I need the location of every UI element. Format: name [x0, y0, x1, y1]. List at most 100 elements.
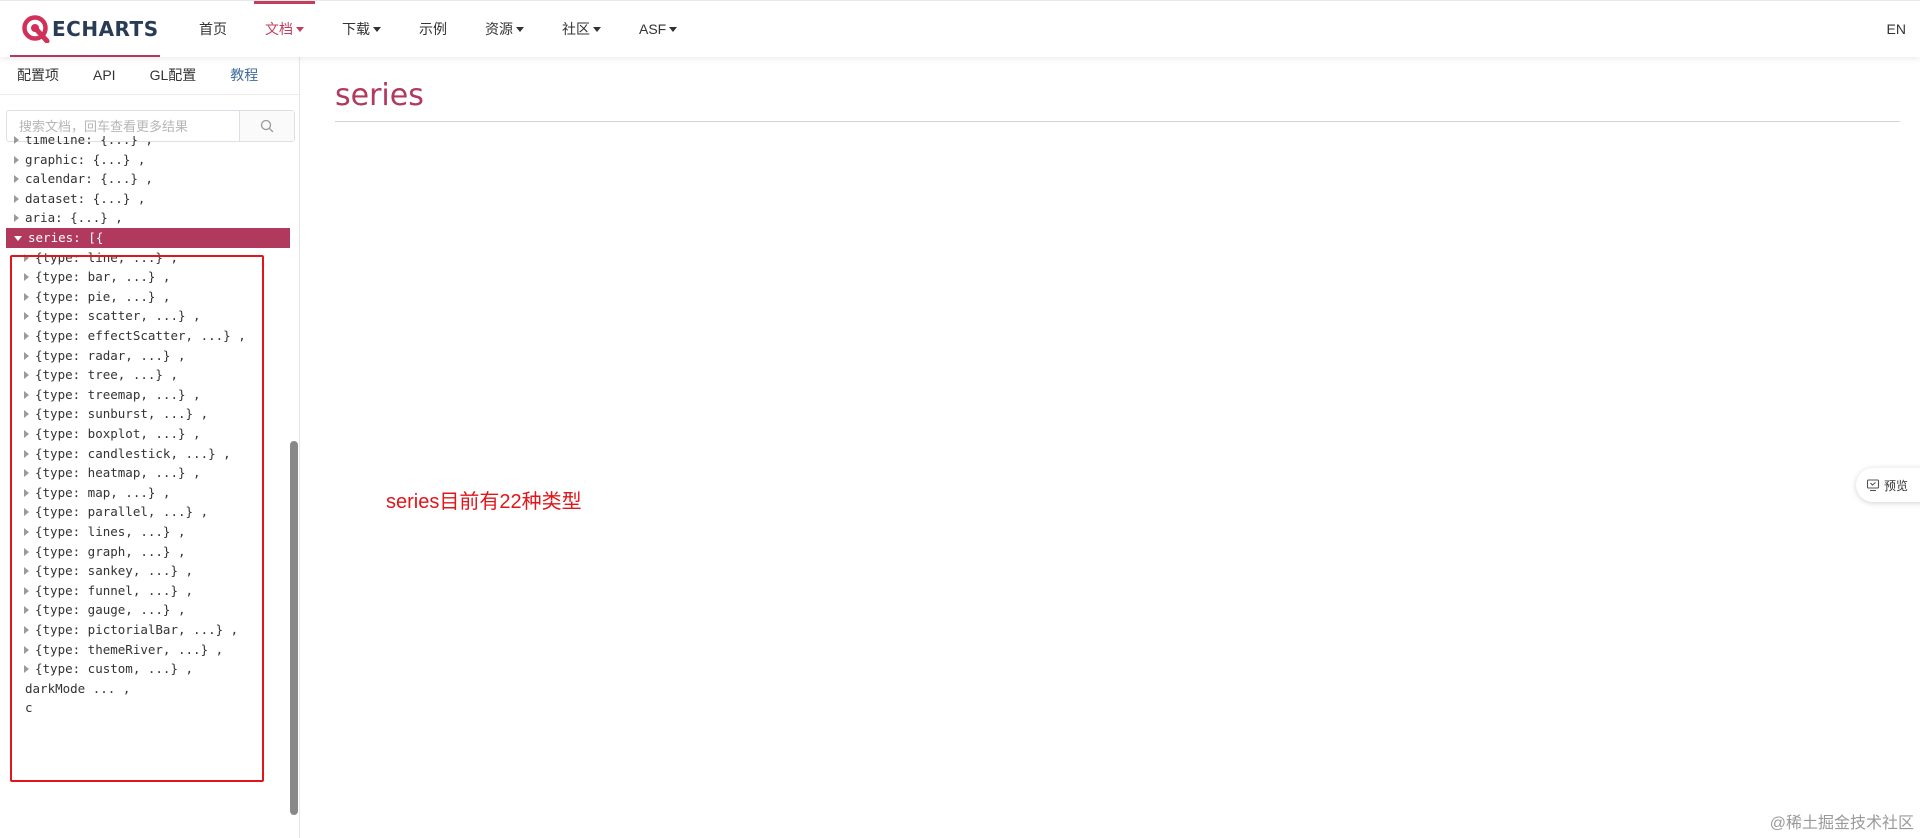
tree-node[interactable]: calendar: {...} ,: [14, 169, 153, 189]
expand-triangle-icon[interactable]: [14, 175, 19, 184]
nav-item-label: 社区: [562, 21, 590, 37]
sidebar-tab-1[interactable]: API: [93, 67, 116, 83]
tree-node-series-type[interactable]: {type: sankey, ...} ,: [24, 561, 193, 581]
tree-node-series-type[interactable]: {type: effectScatter, ...} ,: [24, 326, 246, 346]
tree-node-series-type[interactable]: {type: candlestick, ...} ,: [24, 444, 231, 464]
tree-node-series-type[interactable]: {type: bar, ...} ,: [24, 267, 170, 287]
expand-triangle-icon[interactable]: [24, 430, 29, 438]
page-title: series: [335, 78, 424, 113]
caret-down-icon: [516, 26, 524, 32]
tree-node-label: graphic: {...} ,: [25, 151, 146, 167]
tree-node-series-type[interactable]: {type: radar, ...} ,: [24, 346, 186, 366]
expand-triangle-icon[interactable]: [24, 645, 29, 654]
tree-node-label: {type: sankey, ...} ,: [35, 563, 194, 579]
expand-triangle-icon[interactable]: [24, 273, 29, 282]
expand-triangle-icon[interactable]: [24, 332, 29, 340]
expand-triangle-icon[interactable]: [24, 253, 29, 262]
nav-item-3[interactable]: 示例: [400, 1, 466, 57]
tree-node-label: {type: lines, ...} ,: [35, 524, 186, 539]
expand-triangle-icon[interactable]: [24, 351, 29, 360]
nav-item-4[interactable]: 资源: [466, 1, 543, 57]
tree-node-series-type[interactable]: {type: lines, ...} ,: [24, 522, 186, 542]
sidebar-tab-3[interactable]: 教程: [230, 65, 258, 85]
tree-node-label: {type: pie, ...} ,: [35, 288, 171, 304]
tree-node-label: {type: heatmap, ...} ,: [35, 465, 201, 481]
tree-node-label: {type: effectScatter, ...} ,: [35, 328, 246, 343]
tree-node-series-type[interactable]: {type: funnel, ...} ,: [24, 581, 193, 601]
tree-node-label: {type: boxplot, ...} ,: [35, 426, 201, 441]
tree-node-series-type[interactable]: {type: line, ...} ,: [24, 248, 178, 268]
sidebar-scrollbar[interactable]: [290, 441, 298, 815]
expand-triangle-icon[interactable]: [14, 155, 19, 164]
collapse-triangle-icon[interactable]: [14, 236, 22, 241]
expand-triangle-icon[interactable]: [24, 665, 29, 674]
top-navbar: ECHARTS 首页 文档 下载 示例 资源 社区 ASF EN: [0, 0, 1920, 57]
tree-node-series-type[interactable]: {type: pie, ...} ,: [24, 287, 170, 307]
expand-triangle-icon[interactable]: [24, 528, 29, 536]
nav-item-label: 文档: [265, 21, 293, 37]
sidebar-tab-2[interactable]: GL配置: [150, 65, 197, 85]
tree-node[interactable]: dataset: {...} ,: [14, 189, 145, 209]
tree-node-label: {type: treemap, ...} ,: [35, 386, 201, 402]
tree-node-series-type[interactable]: {type: graph, ...} ,: [24, 542, 186, 562]
tree-node-selected[interactable]: series: [{: [6, 228, 290, 248]
tree-node-series-type[interactable]: {type: sunburst, ...} ,: [24, 404, 208, 424]
tree-node[interactable]: c: [14, 698, 33, 718]
nav-item-label: 首页: [199, 21, 227, 37]
expand-triangle-icon[interactable]: [24, 606, 29, 615]
tree-node-series-type[interactable]: {type: parallel, ...} ,: [24, 502, 208, 522]
expand-triangle-icon[interactable]: [24, 469, 29, 478]
expand-triangle-icon[interactable]: [24, 449, 29, 458]
tree-node[interactable]: timeline: {...} ,: [14, 136, 153, 150]
sidebar-tab-0[interactable]: 配置项: [0, 65, 59, 85]
tree-node-series-type[interactable]: {type: themeRiver, ...} ,: [24, 640, 223, 660]
expand-triangle-icon[interactable]: [24, 567, 29, 576]
expand-triangle-icon[interactable]: [24, 508, 29, 517]
tree-node-label: timeline: {...} ,: [25, 136, 153, 147]
tree-node-series-type[interactable]: {type: custom, ...} ,: [24, 659, 193, 679]
tree-node-label: {type: graph, ...} ,: [35, 543, 186, 559]
expand-triangle-icon[interactable]: [24, 547, 29, 556]
expand-triangle-icon[interactable]: [14, 214, 19, 223]
expand-triangle-icon[interactable]: [24, 488, 29, 497]
tree-node[interactable]: aria: {...} ,: [14, 208, 123, 228]
title-divider: [335, 121, 1900, 122]
tree-node-label: {type: sunburst, ...} ,: [35, 406, 209, 422]
tree-node-label: {type: tree, ...} ,: [35, 367, 178, 383]
preview-button[interactable]: 预览: [1856, 468, 1920, 502]
expand-triangle-icon[interactable]: [24, 312, 29, 321]
tree-node-series-type[interactable]: {type: gauge, ...} ,: [24, 600, 186, 620]
nav-item-5[interactable]: 社区: [543, 1, 620, 57]
tree-node-series-type[interactable]: {type: pictorialBar, ...} ,: [24, 620, 238, 640]
tree-node[interactable]: darkMode ... ,: [14, 679, 130, 699]
language-switch[interactable]: EN: [1887, 1, 1906, 57]
tree-node-series-type[interactable]: {type: heatmap, ...} ,: [24, 463, 201, 483]
expand-triangle-icon[interactable]: [24, 390, 29, 399]
expand-triangle-icon[interactable]: [24, 292, 29, 301]
tree-node-series-type[interactable]: {type: treemap, ...} ,: [24, 385, 201, 405]
tree-node-label: {type: custom, ...} ,: [35, 661, 194, 677]
expand-triangle-icon[interactable]: [24, 371, 29, 380]
nav-item-0[interactable]: 首页: [180, 1, 246, 57]
tree-node-series-type[interactable]: {type: tree, ...} ,: [24, 365, 178, 385]
tree-node-label: {type: bar, ...} ,: [35, 269, 171, 285]
expand-triangle-icon[interactable]: [14, 194, 19, 203]
expand-triangle-icon[interactable]: [24, 410, 29, 419]
tree-node-label: dataset: {...} ,: [25, 190, 146, 206]
search-icon: [260, 119, 274, 133]
tree-node-series-type[interactable]: {type: scatter, ...} ,: [24, 306, 201, 326]
tree-node-label: {type: scatter, ...} ,: [35, 308, 201, 324]
tree-node[interactable]: graphic: {...} ,: [14, 150, 145, 170]
sidebar: 配置项 API GL配置 教程 timeline: {...} , graphic: {…: [0, 56, 300, 838]
nav-item-1[interactable]: 文档: [246, 1, 323, 57]
expand-triangle-icon[interactable]: [24, 626, 29, 634]
nav-item-2[interactable]: 下载: [323, 1, 400, 57]
expand-triangle-icon[interactable]: [24, 586, 29, 595]
tree-node-label: {type: themeRiver, ...} ,: [35, 641, 224, 657]
tree-node-series-type[interactable]: {type: map, ...} ,: [24, 483, 170, 503]
nav-item-6[interactable]: ASF: [620, 1, 696, 57]
tree-node-series-type[interactable]: {type: boxplot, ...} ,: [24, 424, 201, 444]
option-tree: timeline: {...} , graphic: {...} , calenda…: [0, 136, 290, 838]
expand-triangle-icon[interactable]: [14, 136, 19, 144]
echarts-logo[interactable]: ECHARTS: [22, 15, 159, 43]
